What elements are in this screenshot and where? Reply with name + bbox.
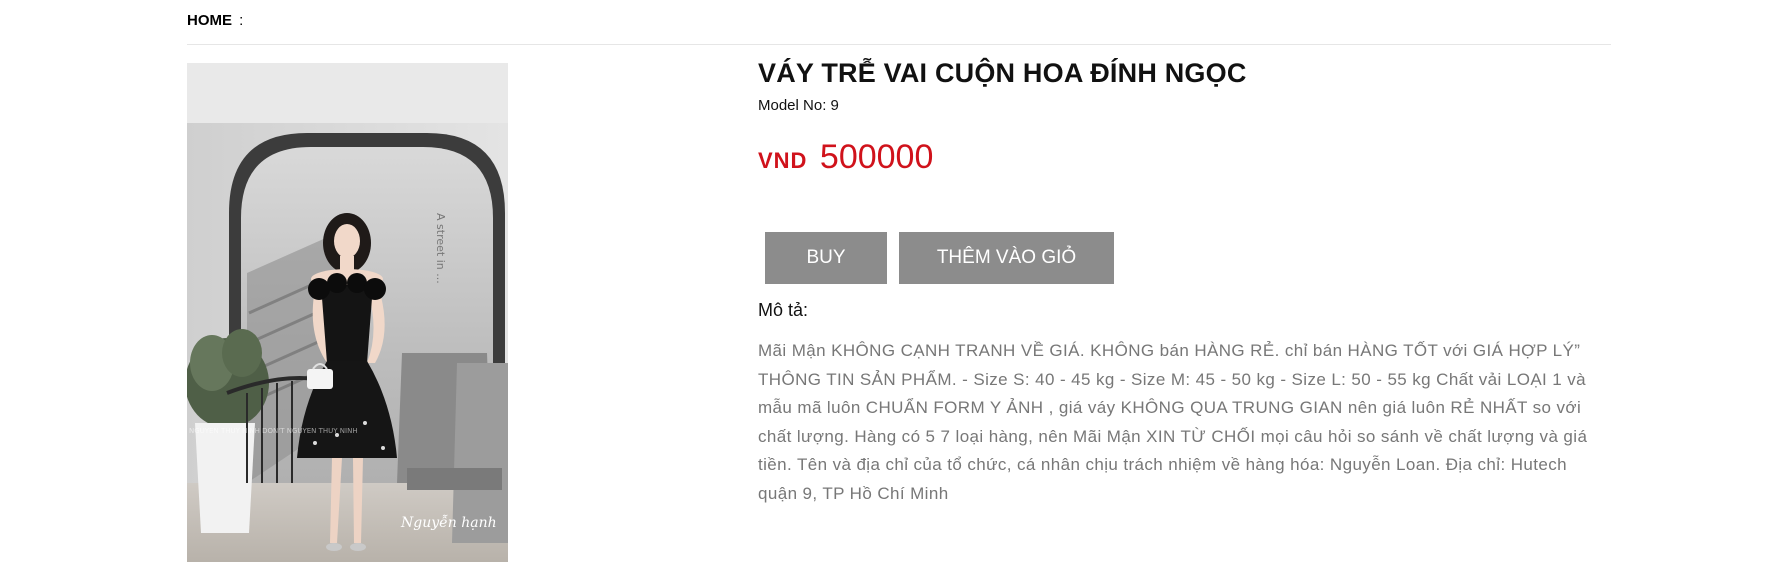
- image-caption: Nguyễn hạnh: [400, 514, 497, 531]
- product-price: VND 500000: [758, 138, 933, 177]
- buy-button[interactable]: BUY: [765, 232, 887, 284]
- breadcrumb: HOME :: [187, 12, 243, 29]
- add-to-cart-button[interactable]: THÊM VÀO GIỎ: [899, 232, 1114, 284]
- price-currency: VND: [758, 148, 808, 173]
- product-description: Mãi Mận KHÔNG CẠNH TRANH VỀ GIÁ. KHÔNG b…: [758, 341, 1588, 503]
- breadcrumb-separator: :: [239, 12, 244, 29]
- product-title: VÁY TRỄ VAI CUỘN HOA ĐÍNH NGỌC: [758, 58, 1247, 88]
- description-label: Mô tả:: [758, 300, 809, 320]
- breadcrumb-home-link[interactable]: HOME: [187, 12, 232, 29]
- price-amount: 500000: [819, 138, 934, 176]
- image-watermark: NGUYEN THUY NINH DON'T NGUYEN THUY NINH: [189, 427, 358, 435]
- image-wall-text: A street in ...: [434, 213, 447, 284]
- header-divider: [187, 44, 1611, 45]
- product-image[interactable]: A street in ... NGUYEN THUY NINH DON'T N…: [187, 63, 508, 562]
- product-model: Model No: 9: [758, 97, 839, 114]
